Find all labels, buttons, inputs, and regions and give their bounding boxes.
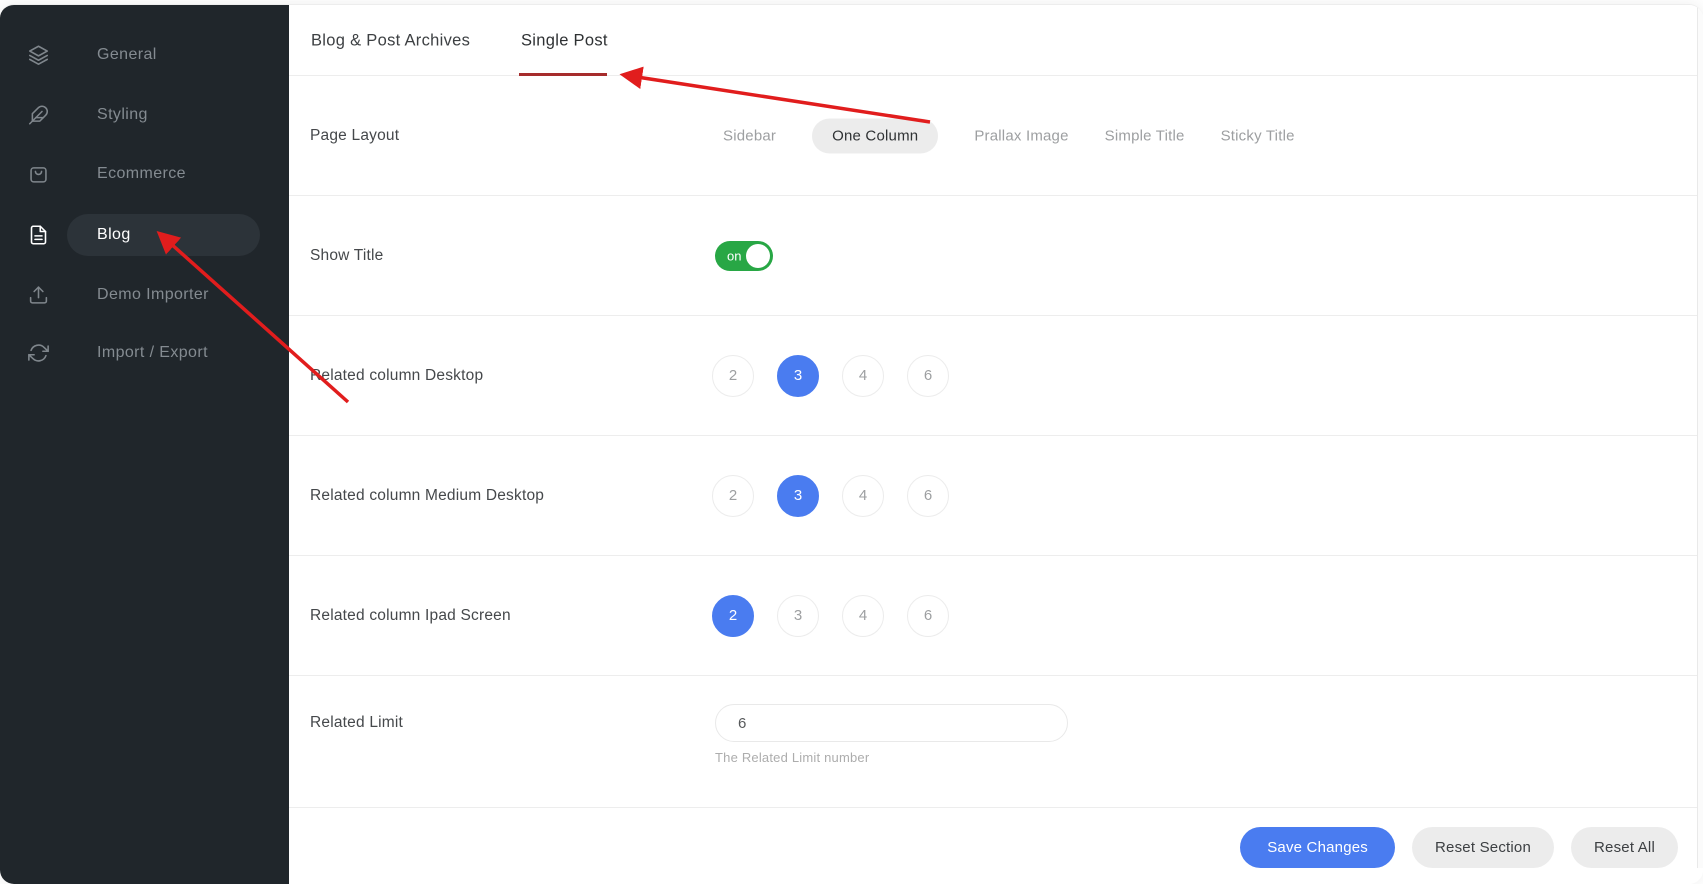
setting-label: Page Layout	[310, 127, 399, 145]
option-3[interactable]: 3	[777, 475, 819, 517]
option-sidebar[interactable]: Sidebar	[723, 127, 776, 144]
option-2[interactable]: 2	[712, 475, 754, 517]
setting-row-related-limit: Related Limit The Related Limit number	[289, 676, 1703, 808]
settings-content: Blog & Post Archives Single Post Page La…	[289, 5, 1703, 884]
scrollbar[interactable]	[1697, 5, 1703, 868]
sidebar-item-general[interactable]: General	[0, 33, 289, 77]
setting-row-related-column-medium-desktop: Related column Medium Desktop 2 3 4 6	[289, 436, 1703, 556]
option-4[interactable]: 4	[842, 475, 884, 517]
upload-icon	[28, 285, 49, 306]
setting-label: Related column Desktop	[310, 367, 483, 385]
show-title-toggle[interactable]: on	[715, 241, 773, 271]
setting-label: Related Limit	[310, 714, 403, 732]
option-2[interactable]: 2	[712, 355, 754, 397]
setting-label: Show Title	[310, 247, 384, 265]
bag-icon	[28, 164, 49, 185]
sidebar-item-blog[interactable]: Blog	[0, 213, 289, 257]
toggle-state-label: on	[727, 248, 741, 263]
theme-options-panel: General Styling Ecommerce Blog	[0, 4, 1703, 884]
sidebar-item-import-export[interactable]: Import / Export	[0, 331, 289, 375]
option-3[interactable]: 3	[777, 595, 819, 637]
reset-section-button[interactable]: Reset Section	[1412, 827, 1554, 868]
sidebar: General Styling Ecommerce Blog	[0, 5, 289, 884]
sidebar-item-label: Ecommerce	[97, 165, 186, 183]
option-2[interactable]: 2	[712, 595, 754, 637]
feather-icon	[28, 105, 49, 126]
sync-icon	[28, 343, 49, 364]
option-6[interactable]: 6	[907, 355, 949, 397]
setting-row-related-column-desktop: Related column Desktop 2 3 4 6	[289, 316, 1703, 436]
sidebar-item-label: Styling	[97, 106, 148, 124]
document-icon	[28, 225, 49, 246]
column-count-options: 2 3 4 6	[712, 475, 949, 517]
tab-blog-post-archives[interactable]: Blog & Post Archives	[311, 32, 470, 51]
option-one-column[interactable]: One Column	[812, 118, 938, 153]
option-3[interactable]: 3	[777, 355, 819, 397]
layers-icon	[28, 45, 49, 66]
option-sticky-title[interactable]: Sticky Title	[1221, 127, 1295, 144]
app-canvas: General Styling Ecommerce Blog	[0, 0, 1703, 884]
option-6[interactable]: 6	[907, 475, 949, 517]
related-limit-input[interactable]	[715, 704, 1068, 742]
save-changes-button[interactable]: Save Changes	[1240, 827, 1395, 868]
option-6[interactable]: 6	[907, 595, 949, 637]
option-4[interactable]: 4	[842, 595, 884, 637]
toggle-knob	[746, 244, 770, 268]
column-count-options: 2 3 4 6	[712, 355, 949, 397]
setting-label: Related column Medium Desktop	[310, 487, 544, 505]
sidebar-item-label: General	[97, 46, 157, 64]
setting-row-show-title: Show Title on	[289, 196, 1703, 316]
tab-bar: Blog & Post Archives Single Post	[289, 5, 1703, 76]
sidebar-item-label: Import / Export	[97, 344, 208, 362]
page-layout-options: Sidebar One Column Prallax Image Simple …	[723, 118, 1295, 153]
helper-text: The Related Limit number	[715, 750, 869, 765]
tab-single-post[interactable]: Single Post	[521, 32, 608, 51]
option-prallax-image[interactable]: Prallax Image	[974, 127, 1068, 144]
reset-all-button[interactable]: Reset All	[1571, 827, 1678, 868]
setting-label: Related column Ipad Screen	[310, 607, 511, 625]
active-item-pill	[67, 214, 260, 256]
sidebar-item-label: Blog	[97, 226, 131, 244]
sidebar-item-label: Demo Importer	[97, 286, 209, 304]
option-simple-title[interactable]: Simple Title	[1105, 127, 1185, 144]
option-4[interactable]: 4	[842, 355, 884, 397]
setting-row-related-column-ipad-screen: Related column Ipad Screen 2 3 4 6	[289, 556, 1703, 676]
sidebar-item-styling[interactable]: Styling	[0, 93, 289, 137]
sidebar-item-demo-importer[interactable]: Demo Importer	[0, 273, 289, 317]
sidebar-item-ecommerce[interactable]: Ecommerce	[0, 152, 289, 196]
column-count-options: 2 3 4 6	[712, 595, 949, 637]
setting-row-page-layout: Page Layout Sidebar One Column Prallax I…	[289, 76, 1703, 196]
footer-buttons: Save Changes Reset Section Reset All	[1240, 827, 1678, 868]
footer-bar: Save Changes Reset Section Reset All	[289, 808, 1703, 884]
